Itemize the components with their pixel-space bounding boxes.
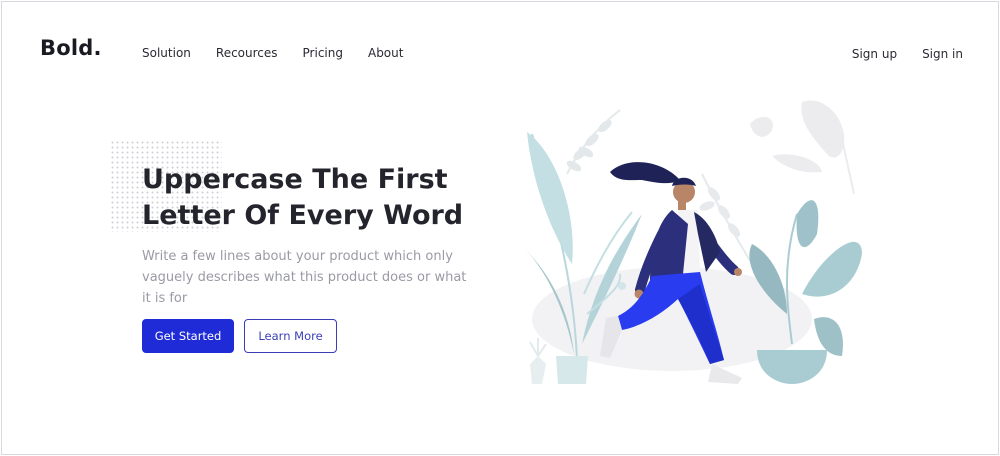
hero-headline: Uppercase The First Letter Of Every Word bbox=[142, 164, 464, 231]
page-frame: Bold. Solution Recources Pricing About S… bbox=[1, 1, 999, 455]
background-leaves bbox=[750, 100, 855, 195]
auth-links: Sign up Sign in bbox=[852, 47, 963, 61]
nav-item-pricing[interactable]: Pricing bbox=[303, 46, 343, 60]
nav-item-about[interactable]: About bbox=[368, 46, 403, 60]
learn-more-button[interactable]: Learn More bbox=[244, 319, 337, 353]
nav-item-resources[interactable]: Recources bbox=[216, 46, 278, 60]
hero-subtext: Write a few lines about your product whi… bbox=[142, 249, 467, 306]
fern-sprig-left bbox=[566, 109, 621, 175]
get-started-button[interactable]: Get Started bbox=[142, 319, 234, 353]
signup-link[interactable]: Sign up bbox=[852, 47, 897, 61]
signin-link[interactable]: Sign in bbox=[922, 47, 963, 61]
hero-illustration bbox=[520, 100, 862, 384]
main-nav: Solution Recources Pricing About bbox=[142, 46, 403, 60]
brand-logo[interactable]: Bold. bbox=[40, 36, 102, 60]
right-plant bbox=[749, 200, 862, 384]
nav-item-solution[interactable]: Solution bbox=[142, 46, 191, 60]
